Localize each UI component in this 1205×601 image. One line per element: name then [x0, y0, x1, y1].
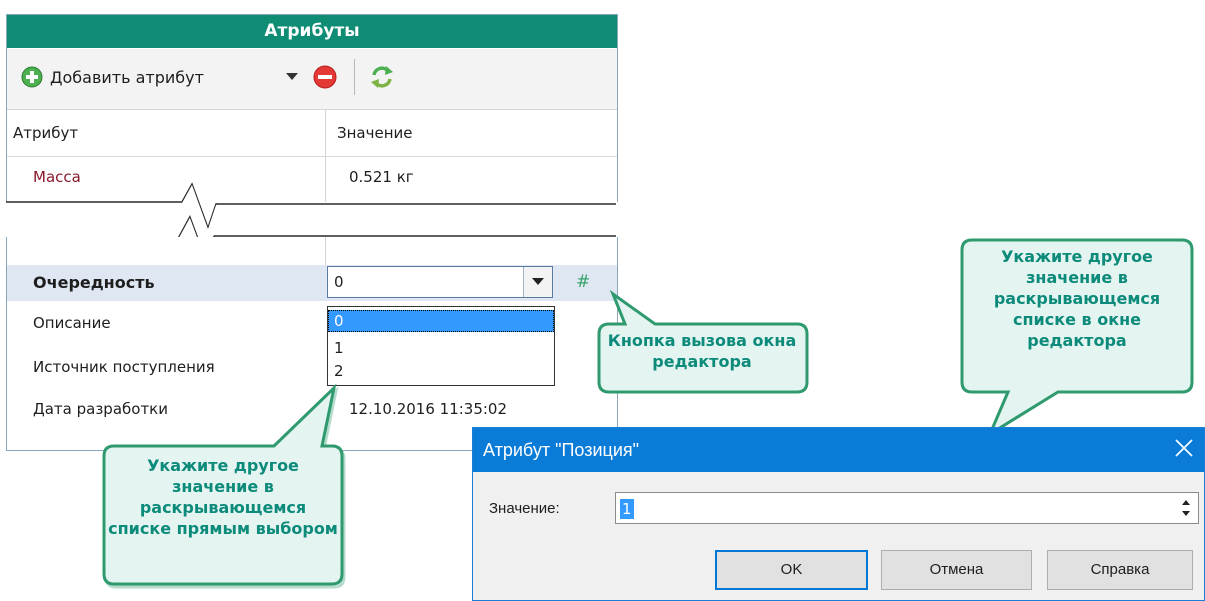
- caret-down-icon: [532, 278, 544, 285]
- spinner-arrows-icon[interactable]: [1176, 495, 1196, 521]
- combobox-dropdown-list: 0 1 2: [327, 306, 555, 386]
- plus-circle-icon: [21, 66, 43, 88]
- toolbar-separator: [354, 59, 355, 95]
- callout-direct-select-text: Укажите другое значение в раскрывающемся…: [108, 456, 338, 538]
- toolbar: Добавить атрибут: [7, 49, 617, 110]
- column-header: Атрибут Значение: [7, 110, 617, 157]
- refresh-icon: [371, 66, 393, 88]
- dropdown-option[interactable]: 1: [328, 337, 554, 359]
- column-value[interactable]: Значение: [337, 110, 413, 156]
- attribute-name: Описание: [33, 314, 111, 332]
- callout-editor-button-text: Кнопка вызова окна редактора: [607, 331, 797, 371]
- dialog-title-bar[interactable]: Атрибут "Позиция": [473, 428, 1204, 472]
- callout-editor-dropdown-text: Укажите другое значение в раскрывающемся…: [993, 247, 1161, 350]
- dropdown-option[interactable]: 0: [328, 310, 554, 332]
- editor-open-button[interactable]: #: [576, 272, 590, 292]
- add-attribute-dropdown[interactable]: [282, 62, 302, 92]
- value-spin-input[interactable]: 1: [615, 492, 1199, 524]
- ok-button[interactable]: OK: [715, 550, 868, 590]
- combobox-dropdown-button[interactable]: [523, 267, 552, 297]
- attributes-panel: Атрибуты Добавить атрибут Атрибут Значен…: [6, 14, 618, 202]
- cancel-button[interactable]: Отмена: [881, 550, 1032, 590]
- dropdown-option[interactable]: 2: [328, 360, 554, 382]
- attribute-value: 12.10.2016 11:35:02: [349, 400, 508, 418]
- caret-down-icon: [286, 73, 298, 80]
- remove-attribute-button[interactable]: [313, 62, 339, 92]
- order-value-combobox[interactable]: 0: [327, 266, 553, 298]
- break-line: [6, 182, 616, 246]
- help-button[interactable]: Справка: [1047, 550, 1193, 590]
- add-attribute-button[interactable]: Добавить атрибут: [21, 62, 311, 92]
- add-attribute-label: Добавить атрибут: [50, 67, 204, 87]
- column-divider[interactable]: [325, 110, 326, 156]
- attribute-dialog: Атрибут "Позиция" Значение: 1 OK Отмена …: [472, 427, 1205, 601]
- value-label: Значение:: [489, 500, 560, 517]
- column-divider: [325, 237, 326, 265]
- close-icon[interactable]: [1172, 436, 1196, 460]
- minus-circle-icon: [313, 65, 337, 89]
- value-text: 1: [620, 499, 634, 519]
- refresh-button[interactable]: [369, 62, 399, 92]
- combobox-value: 0: [334, 273, 344, 291]
- panel-title: Атрибуты: [7, 15, 617, 48]
- attribute-name: Очередность: [33, 273, 155, 292]
- dialog-title: Атрибут "Позиция": [483, 440, 640, 460]
- column-attribute[interactable]: Атрибут: [13, 110, 78, 156]
